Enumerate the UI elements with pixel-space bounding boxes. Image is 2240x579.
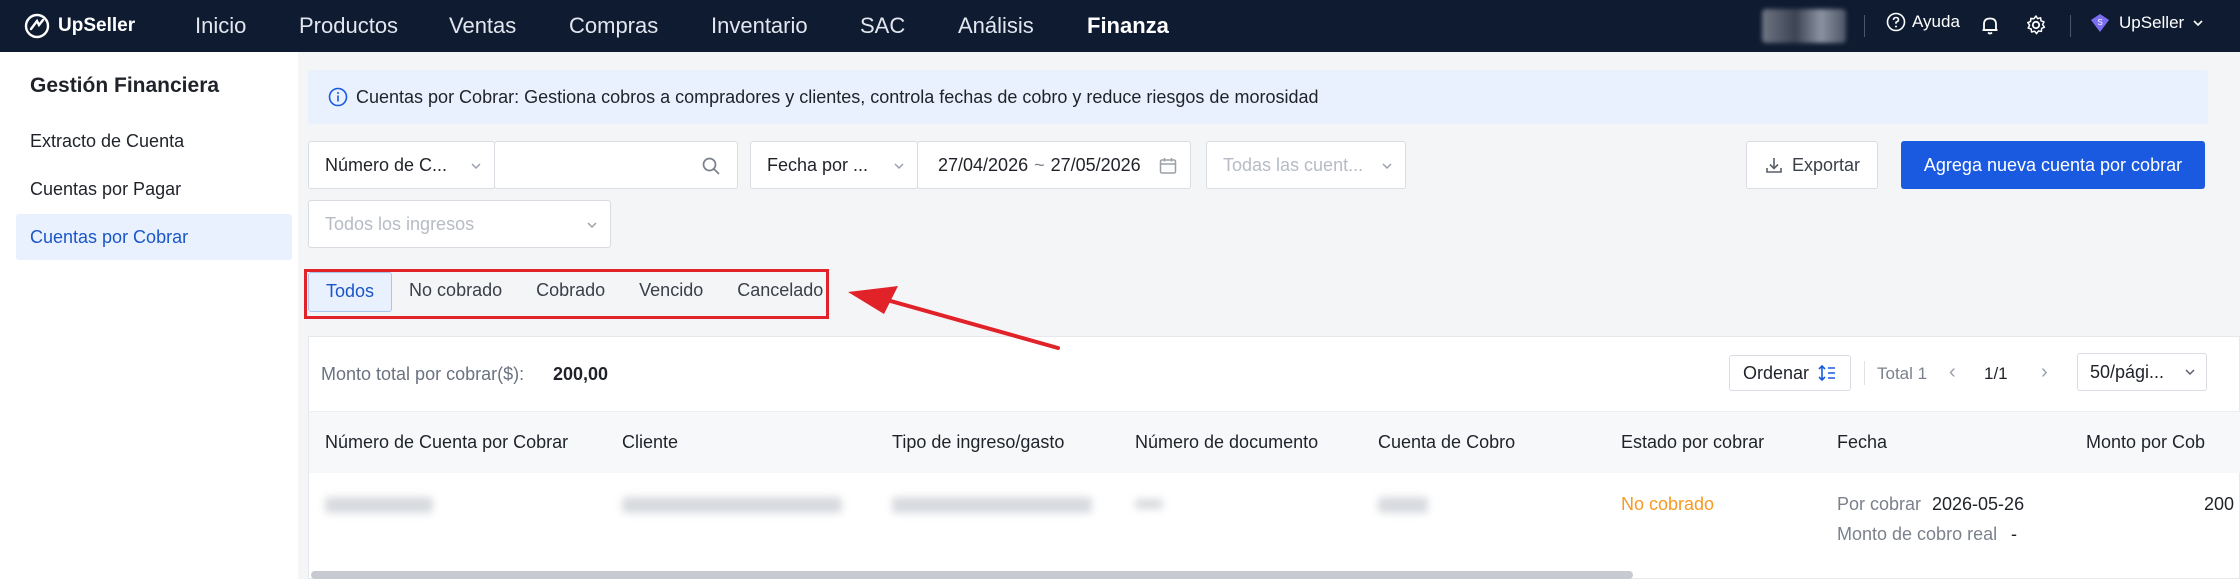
toolbar-divider (1864, 361, 1865, 385)
user-label: UpSeller (2119, 13, 2185, 32)
nav-sac[interactable]: SAC (860, 12, 905, 40)
amount-value: 200 (2204, 494, 2235, 514)
search-type-select[interactable]: Número de C... (308, 141, 495, 189)
column-header: Cliente (622, 432, 679, 452)
diamond-badge-icon: S (2091, 14, 2109, 32)
date-type-select[interactable]: Fecha por ... (750, 141, 918, 189)
date-separator: ~ (1034, 154, 1045, 175)
annotation-arrow (848, 286, 1060, 350)
chevron-down-icon (2193, 20, 2203, 27)
sidebar-item-extracto[interactable]: Extracto de Cuenta (16, 118, 292, 164)
download-icon (1766, 158, 1782, 173)
blurred-document-number (1135, 499, 1163, 509)
blurred-income-type (892, 497, 1092, 513)
top-nav-bar: UpSeller Inicio Productos Ventas Compras… (0, 0, 2240, 52)
total-receivable-value: 200,00 (553, 364, 609, 384)
export-button[interactable]: Exportar (1746, 141, 1878, 189)
total-count: Total 1 (1877, 364, 1928, 383)
sort-icon (1818, 364, 1836, 382)
date-value: 2026-05-26 (1932, 494, 2025, 514)
nav-compras[interactable]: Compras (569, 12, 658, 40)
chevron-down-icon (587, 222, 597, 229)
nav-ventas[interactable]: Ventas (449, 12, 516, 40)
accounts-select[interactable]: Todas las cuent... (1206, 141, 1406, 189)
column-header: Cuenta de Cobro (1378, 432, 1516, 452)
help-link[interactable]: Ayuda (1886, 12, 1960, 32)
sidebar: Gestión Financiera Extracto de Cuenta Cu… (0, 52, 298, 579)
real-amount-label: Monto de cobro real (1837, 524, 1998, 544)
upseller-logo-icon (24, 13, 50, 39)
add-receivable-button[interactable]: Agrega nueva cuenta por cobrar (1901, 141, 2205, 189)
date-label: Por cobrar (1837, 494, 1922, 514)
help-label: Ayuda (1912, 12, 1960, 31)
info-banner: Cuentas por Cobrar: Gestiona cobros a co… (308, 70, 2208, 124)
gear-icon[interactable] (2024, 13, 2048, 37)
chevron-down-icon (471, 163, 481, 170)
app-name: UpSeller (58, 15, 136, 36)
receivables-card: Monto total por cobrar($): 200,00 Ordena… (308, 336, 2240, 579)
nav-productos[interactable]: Productos (299, 12, 398, 40)
chevron-down-icon (1382, 163, 1392, 170)
banner-text: Cuentas por Cobrar: Gestiona cobros a co… (356, 86, 1319, 107)
table-header: Número de Cuenta por Cobrar Cliente Tipo… (309, 411, 2240, 473)
search-icon[interactable] (701, 156, 721, 176)
prev-page-icon[interactable]: ‹ (1949, 361, 1956, 384)
horizontal-scrollbar[interactable] (311, 571, 1633, 579)
search-input[interactable] (494, 141, 738, 189)
date-range-picker[interactable]: 27/04/2026 ~ 27/05/2026 (917, 141, 1191, 189)
app-logo[interactable]: UpSeller (24, 12, 135, 40)
nav-divider (1864, 15, 1865, 37)
help-icon (1886, 12, 1906, 32)
status-badge: No cobrado (1621, 494, 1715, 514)
sidebar-item-cuentas-por-cobrar[interactable]: Cuentas por Cobrar (16, 214, 292, 260)
nav-inicio[interactable]: Inicio (195, 12, 246, 40)
svg-text:S: S (2097, 18, 2102, 27)
column-header: Monto por Cob (2086, 432, 2206, 452)
add-receivable-label: Agrega nueva cuenta por cobrar (1923, 154, 2183, 175)
page-size-select[interactable]: 50/pági... (2077, 353, 2207, 391)
sidebar-item-cuentas-por-pagar[interactable]: Cuentas por Pagar (16, 166, 292, 212)
nav-inventario[interactable]: Inventario (711, 12, 808, 40)
user-menu[interactable]: S UpSeller (2089, 12, 2204, 34)
bell-icon[interactable] (1978, 13, 2002, 37)
sort-button[interactable]: Ordenar (1729, 355, 1851, 391)
real-amount-value: - (2011, 524, 2017, 544)
total-receivable-label: Monto total por cobrar($): (321, 364, 525, 384)
blurred-collection-account (1378, 497, 1428, 513)
blurred-receivable-number (325, 497, 433, 513)
nav-finanza[interactable]: Finanza (1087, 12, 1169, 40)
column-header: Número de Cuenta por Cobrar (325, 432, 569, 452)
next-page-icon[interactable]: › (2041, 361, 2048, 384)
sort-label: Ordenar (1742, 362, 1810, 383)
blurred-account-info (1762, 9, 1846, 43)
date-end[interactable]: 27/05/2026 (1051, 155, 1141, 176)
export-label: Exportar (1791, 154, 1861, 175)
column-header: Estado por cobrar (1621, 432, 1765, 452)
calendar-icon (1159, 158, 1177, 174)
highlight-box (304, 269, 829, 319)
search-type-value: Número de C... (325, 154, 448, 175)
income-type-select[interactable]: Todos los ingresos (308, 200, 611, 248)
date-start[interactable]: 27/04/2026 (918, 155, 1028, 176)
column-header: Fecha (1837, 432, 1888, 452)
chevron-down-icon (2185, 369, 2195, 376)
info-icon (328, 87, 348, 107)
column-header: Tipo de ingreso/gasto (892, 432, 1065, 452)
accounts-placeholder: Todas las cuent... (1223, 154, 1364, 175)
sidebar-title: Gestión Financiera (30, 74, 220, 97)
blurred-client (622, 497, 842, 513)
column-header: Número de documento (1135, 432, 1319, 452)
page-indicator: 1/1 (1984, 364, 2008, 383)
chevron-down-icon (894, 163, 904, 170)
date-type-value: Fecha por ... (767, 154, 869, 175)
nav-divider (2070, 15, 2071, 37)
page-size-value: 50/pági... (2090, 362, 2165, 382)
nav-analisis[interactable]: Análisis (958, 12, 1034, 40)
income-placeholder: Todos los ingresos (325, 213, 475, 234)
